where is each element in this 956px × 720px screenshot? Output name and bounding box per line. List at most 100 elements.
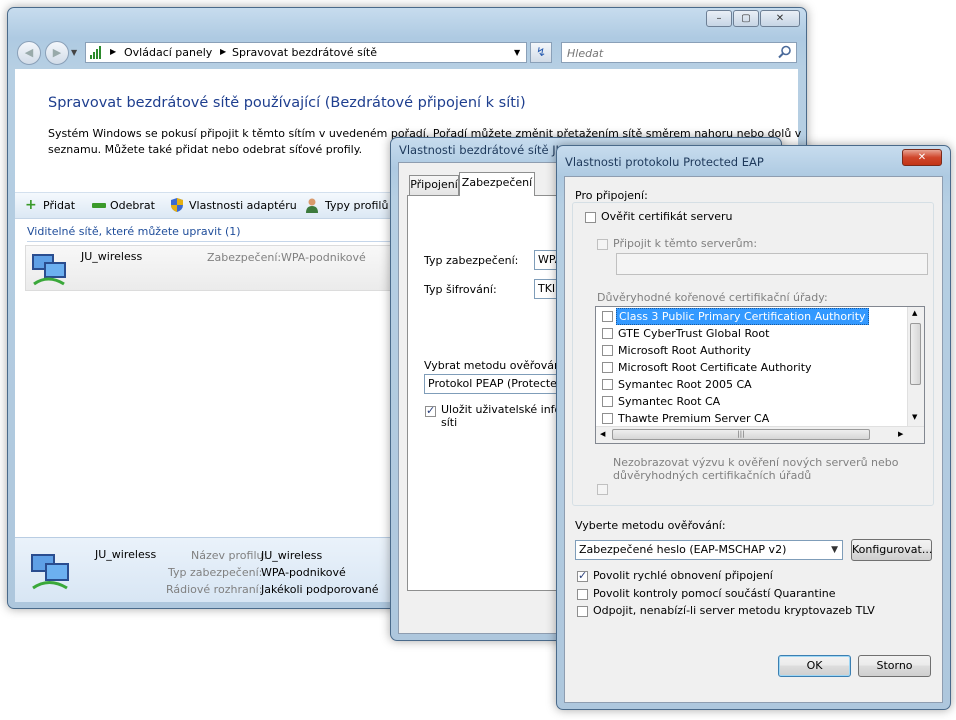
fast-reconnect-checkbox[interactable] [577, 569, 588, 582]
no-prompt-checkbox[interactable] [597, 484, 608, 495]
ca-list-item[interactable]: Thawte Premium Server CA [596, 410, 908, 427]
refresh-button[interactable]: ↯ [530, 42, 552, 63]
tab-connection[interactable]: Připojení [409, 175, 459, 195]
cancel-button[interactable]: Storno [858, 655, 931, 677]
address-bar[interactable]: ▶ Ovládací panely ▶ Spravovat bezdrátové… [85, 42, 527, 63]
ca-item-checkbox[interactable] [602, 362, 613, 373]
search-input[interactable] [565, 45, 769, 61]
forward-button[interactable]: ▶ [45, 41, 69, 65]
peap-properties-title: Vlastnosti protokolu Protected EAP [565, 155, 764, 169]
ok-button[interactable]: OK [778, 655, 851, 677]
horizontal-scroll-thumb[interactable]: ||| [612, 429, 870, 440]
network-security-label: Zabezpečení: [207, 251, 282, 264]
ca-list-horizontal-scrollbar[interactable]: ◀ ||| ▶ [596, 426, 924, 443]
remove-icon [92, 203, 106, 208]
breadcrumb-manage-wireless[interactable]: Spravovat bezdrátové sítě [232, 46, 377, 59]
details-network-icon [29, 550, 73, 592]
back-button[interactable]: ◀ [17, 41, 41, 65]
servers-input[interactable] [616, 253, 928, 275]
tab-connection-label: Připojení [410, 178, 458, 191]
user-icon [305, 197, 319, 213]
peap-properties-dialog: Vlastnosti protokolu Protected EAP ✕ Pro… [556, 145, 951, 710]
breadcrumb-control-panel[interactable]: Ovládací panely [124, 46, 212, 59]
breadcrumb-separator-icon: ▶ [220, 47, 227, 56]
save-credentials-label-line2: síti [441, 416, 458, 429]
wireless-properties-title: Vlastnosti bezdrátové sítě JU_w [399, 143, 580, 157]
cancel-button-label: Storno [876, 659, 913, 672]
ca-list-item[interactable]: Class 3 Public Primary Certification Aut… [596, 308, 908, 325]
ca-item-label: Symantec Root CA [618, 395, 721, 408]
trusted-ca-list[interactable]: Class 3 Public Primary Certification Aut… [595, 306, 925, 444]
ca-item-checkbox[interactable] [602, 311, 613, 322]
visible-networks-label: Viditelné sítě, které můžete upravit (1) [27, 225, 241, 238]
verify-certificate-label: Ověřit certifikát serveru [601, 210, 733, 223]
network-list-item[interactable]: JU_wireless Zabezpečení: WPA-podnikové [25, 245, 405, 291]
peap-client: Pro připojení: Ověřit certifikát serveru… [564, 176, 943, 703]
scroll-left-icon[interactable]: ◀ [600, 430, 605, 438]
ca-item-checkbox[interactable] [602, 379, 613, 390]
search-box[interactable] [561, 42, 797, 63]
peap-close-button[interactable]: ✕ [902, 149, 942, 166]
ca-item-label: Microsoft Root Certificate Authority [618, 361, 812, 374]
adapter-properties-button[interactable]: Vlastnosti adaptéru [189, 199, 297, 212]
minimize-button[interactable]: – [706, 10, 732, 27]
page-heading: Spravovat bezdrátové sítě používající (B… [48, 95, 526, 111]
ca-list-item[interactable]: GTE CyberTrust Global Root [596, 325, 908, 342]
scroll-right-icon[interactable]: ▶ [898, 430, 903, 438]
search-icon[interactable] [778, 45, 792, 59]
ca-list-vertical-scrollbar[interactable]: ▲ ▼ [907, 307, 924, 426]
ca-item-label: Microsoft Root Authority [618, 344, 751, 357]
quarantine-label: Povolit kontroly pomocí součástí Quarant… [593, 587, 836, 600]
details-profile-label: Název profilu: [191, 549, 268, 562]
configure-button[interactable]: Konfigurovat... [851, 539, 932, 561]
ca-item-checkbox[interactable] [602, 345, 613, 356]
details-profile-value: JU_wireless [261, 549, 323, 562]
fast-reconnect-label: Povolit rychlé obnovení připojení [593, 569, 773, 582]
connect-servers-label: Připojit k těmto serverům: [613, 237, 758, 250]
ca-item-label: Thawte Premium Server CA [618, 412, 770, 425]
disconnect-tlv-label: Odpojit, nenabízí-li server metodu krypt… [593, 604, 875, 617]
ca-item-label: GTE CyberTrust Global Root [618, 327, 770, 340]
ca-item-checkbox[interactable] [602, 396, 613, 407]
ca-list-item[interactable]: Microsoft Root Authority [596, 342, 908, 359]
ca-list-item[interactable]: Symantec Root CA [596, 393, 908, 410]
shield-icon [170, 197, 184, 213]
disconnect-tlv-checkbox[interactable] [577, 606, 588, 617]
ca-item-checkbox[interactable] [602, 413, 613, 424]
quarantine-checkbox[interactable] [577, 589, 588, 600]
no-prompt-label-line1: Nezobrazovat výzvu k ověření nových serv… [613, 456, 899, 469]
close-button[interactable]: ✕ [760, 10, 800, 27]
no-prompt-label-line2: důvěryhodných certifikačních úřadů [613, 469, 812, 482]
for-connection-group: Ověřit certifikát serveru Připojit k těm… [572, 202, 934, 506]
breadcrumb-separator-icon: ▶ [110, 47, 117, 56]
network-security-value: WPA-podnikové [281, 251, 366, 264]
connect-servers-checkbox[interactable] [597, 239, 608, 250]
verify-certificate-checkbox[interactable] [585, 212, 596, 223]
details-security-value: WPA-podnikové [261, 566, 346, 579]
recent-pages-chevron-icon[interactable]: ▼ [71, 48, 77, 57]
ca-list-item[interactable]: Microsoft Root Certificate Authority [596, 359, 908, 376]
group-divider [27, 241, 407, 242]
save-credentials-checkbox[interactable] [425, 404, 436, 417]
scroll-up-icon[interactable]: ▲ [912, 309, 917, 317]
ca-item-label: Symantec Root 2005 CA [618, 378, 752, 391]
page-description-line2: seznamu. Můžete také přidat nebo odebrat… [48, 143, 363, 156]
control-panel-icon [90, 46, 103, 59]
profile-types-button[interactable]: Typy profilů [325, 199, 388, 212]
wireless-network-icon [30, 250, 70, 288]
details-security-label: Typ zabezpečení: [168, 566, 263, 579]
remove-button[interactable]: Odebrat [110, 199, 155, 212]
security-type-label: Typ zabezpečení: [424, 254, 519, 267]
auth-method-dropdown[interactable]: Zabezpečené heslo (EAP-MSCHAP v2) ▼ [575, 540, 843, 560]
maximize-button[interactable]: ▢ [733, 10, 759, 27]
add-button[interactable]: Přidat [43, 199, 75, 212]
vertical-scroll-thumb[interactable] [910, 323, 921, 385]
details-network-name: JU_wireless [95, 548, 157, 561]
tab-security[interactable]: Zabezpečení [459, 172, 535, 196]
ca-item-checkbox[interactable] [602, 328, 613, 339]
ca-list-item[interactable]: Symantec Root 2005 CA [596, 376, 908, 393]
ca-list-rows: Class 3 Public Primary Certification Aut… [596, 308, 908, 426]
scroll-down-icon[interactable]: ▼ [912, 413, 917, 421]
add-icon: + [25, 197, 37, 213]
address-dropdown-icon[interactable]: ▼ [514, 48, 520, 57]
